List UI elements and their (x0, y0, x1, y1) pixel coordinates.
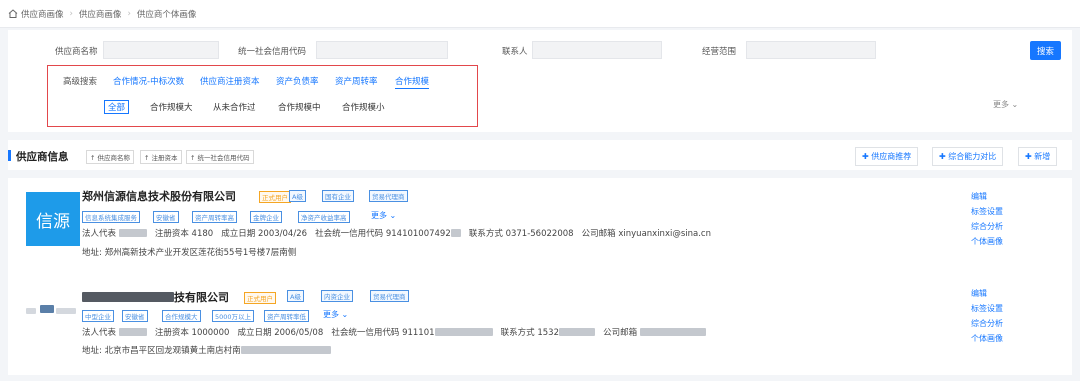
sort-registered-capital[interactable]: ↑ 注册资本 (140, 150, 182, 164)
redacted-value (450, 229, 461, 237)
edit-link[interactable]: 编辑 (971, 189, 1003, 204)
label-tag: 5000万以上 (212, 310, 255, 322)
advanced-more-link[interactable]: 更多 ⌄ (993, 99, 1018, 110)
label-tag: 净资产收益率高 (298, 211, 350, 223)
breadcrumb-separator: › (127, 8, 131, 19)
sort-up-icon: ↑ (90, 154, 98, 162)
more-labels-link[interactable]: 更多 ⌄ (371, 210, 396, 221)
company-logo: 信源 (26, 192, 80, 246)
redacted-value (434, 328, 493, 336)
tab-asset-turnover[interactable]: 资产周转率 (335, 75, 378, 87)
breadcrumb-item-current: 供应商个体画像 (136, 9, 197, 20)
label-tag: 资产周转率低 (264, 310, 309, 322)
more-labels-link[interactable]: 更多 ⌄ (323, 309, 348, 320)
company-name[interactable]: 技有限公司 (82, 289, 229, 305)
option-scale-large[interactable]: 合作规模大 (150, 101, 193, 113)
company-details-line: 法人代表 注册资本 4180 成立日期 2003/04/26 社会统一信用代码 … (82, 229, 711, 239)
plus-icon: ✚ (1025, 152, 1035, 161)
company-details-line: 法人代表 注册资本 1000000 成立日期 2006/05/08 社会统一信用… (82, 326, 706, 338)
supplier-name-label: 供应商名称 (55, 47, 98, 57)
label-tag: 安徽省 (153, 211, 179, 223)
search-button[interactable]: 搜索 (1030, 41, 1061, 60)
recommend-supplier-button[interactable]: ✚ 供应商推荐 (855, 147, 919, 166)
role-tag: 贸易代理商 (370, 290, 409, 302)
sort-supplier-name[interactable]: ↑ 供应商名称 (86, 150, 135, 164)
redacted-value (118, 229, 147, 237)
contact-input[interactable] (532, 41, 662, 59)
status-badge: 正式用户 (244, 292, 276, 304)
card-actions: 编辑 标签设置 综合分析 个体画像 (971, 286, 1003, 346)
business-scope-input[interactable] (746, 41, 876, 59)
advanced-search-label: 高级搜索 (63, 77, 98, 87)
chevron-down-icon: ⌄ (1009, 100, 1019, 109)
home-icon[interactable] (8, 9, 18, 18)
comprehensive-analysis-link[interactable]: 综合分析 (971, 219, 1003, 234)
tab-debt-ratio[interactable]: 资产负债率 (276, 75, 319, 87)
label-tag: 信息系统集成服务 (82, 211, 140, 223)
redacted-value (82, 292, 174, 302)
compare-capability-button[interactable]: ✚ 综合能力对比 (932, 147, 1004, 166)
ownership-tag: 国有企业 (322, 190, 354, 202)
label-tag: 安徽省 (122, 310, 148, 322)
label-tag: 金牌企业 (250, 211, 282, 223)
redacted-value (240, 346, 331, 354)
breadcrumb-item[interactable]: 供应商画像 (21, 8, 64, 20)
plus-icon: ✚ (862, 152, 872, 161)
ownership-tag: 内资企业 (321, 290, 353, 302)
label-tag: 中型企业 (82, 310, 114, 322)
company-logo-redacted (26, 300, 80, 322)
status-badge: 正式用户 (259, 191, 291, 203)
add-button[interactable]: ✚ 新增 (1018, 147, 1058, 166)
redacted-value (639, 328, 706, 336)
chevron-down-icon: ⌄ (339, 310, 349, 319)
tab-registered-capital[interactable]: 供应商注册资本 (200, 75, 260, 87)
option-scale-medium[interactable]: 合作规模中 (278, 101, 321, 113)
option-never-cooperated[interactable]: 从未合作过 (213, 101, 256, 113)
redacted-value (118, 328, 147, 336)
breadcrumb: 供应商画像 › 供应商画像 › 供应商个体画像 (0, 0, 1080, 28)
individual-profile-link[interactable]: 个体画像 (971, 331, 1003, 346)
company-address: 地址: 北京市昌平区回龙观镇黄土南店村南 (82, 344, 331, 356)
tab-cooperation-scale[interactable]: 合作规模 (395, 75, 430, 89)
role-tag: 贸易代理商 (369, 190, 408, 202)
credit-code-input[interactable] (316, 41, 448, 59)
contact-label: 联系人 (502, 47, 528, 57)
supplier-info-title: 供应商信息 (8, 149, 69, 164)
label-tag: 合作规模大 (162, 310, 201, 322)
sort-credit-code[interactable]: ↑ 统一社会信用代码 (186, 150, 254, 164)
sort-up-icon: ↑ (144, 154, 152, 162)
label-settings-link[interactable]: 标签设置 (971, 301, 1003, 316)
business-scope-label: 经营范围 (702, 47, 737, 57)
sort-up-icon: ↑ (190, 154, 198, 162)
company-address: 地址: 郑州高新技术产业开发区莲花街55号1号楼7层南侧 (82, 248, 297, 258)
card-actions: 编辑 标签设置 综合分析 个体画像 (971, 189, 1003, 249)
breadcrumb-separator: › (69, 8, 73, 19)
label-settings-link[interactable]: 标签设置 (971, 204, 1003, 219)
chevron-down-icon: ⌄ (387, 211, 397, 220)
supplier-name-input[interactable] (103, 41, 219, 59)
tab-bid-count[interactable]: 合作情况-中标次数 (113, 75, 184, 87)
grade-tag: A级 (287, 290, 304, 302)
label-tag: 资产周转率高 (192, 211, 237, 223)
grade-tag: A级 (289, 190, 306, 202)
breadcrumb-item[interactable]: 供应商画像 (79, 8, 122, 20)
credit-code-label: 统一社会信用代码 (238, 47, 307, 57)
company-name[interactable]: 郑州信源信息技术股份有限公司 (82, 188, 236, 204)
redacted-value (558, 328, 595, 336)
option-scale-small[interactable]: 合作规模小 (342, 101, 385, 113)
individual-profile-link[interactable]: 个体画像 (971, 234, 1003, 249)
plus-icon: ✚ (939, 152, 949, 161)
option-all[interactable]: 全部 (104, 100, 130, 114)
edit-link[interactable]: 编辑 (971, 286, 1003, 301)
comprehensive-analysis-link[interactable]: 综合分析 (971, 316, 1003, 331)
